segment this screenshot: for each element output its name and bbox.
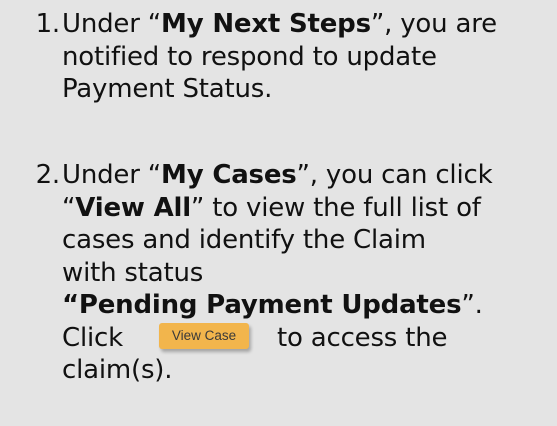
step-1-line-1-prefix: Under “ [62, 9, 162, 39]
step-2-line-5: “Pending Payment Updates”. [62, 289, 543, 322]
step-1-line-1-suffix: ”, you are [370, 9, 497, 39]
step-text: Under “My Next Steps”, you are notified … [62, 8, 543, 106]
instructions-panel: 1. Under “My Next Steps”, you are notifi… [0, 0, 557, 426]
view-all-label: View All [75, 192, 191, 223]
step-2-line-4: with status [62, 257, 204, 288]
step-1-line-2: notified to respond to update [62, 41, 437, 72]
step-number: 2. [35, 160, 61, 190]
step-number: 1. [35, 9, 61, 39]
my-next-steps-label: My Next Steps [161, 9, 371, 39]
step-2-line-3: cases and identify the Claim [62, 225, 426, 255]
step-2-line-2-suffix: ” to view the full list of [190, 192, 481, 223]
step-text: Under “My Cases”, you can click “View Al… [62, 159, 543, 387]
step-2-line-5-suffix: ”. [461, 290, 483, 320]
step-1-line-3: Payment Status. [62, 74, 273, 104]
access-claims-text: to access the [276, 322, 448, 353]
click-text: Click [62, 322, 123, 353]
step-2: 2. Under “My Cases”, you can click “View… [8, 159, 543, 387]
my-cases-label: My Cases [161, 160, 297, 190]
pending-payment-updates-status: “Pending Payment Updates [62, 290, 462, 320]
step-1: 1. Under “My Next Steps”, you are notifi… [8, 8, 543, 106]
step-2-line-1: Under “My Cases”, you can click [62, 159, 543, 192]
step-2-line-1-prefix: Under “ [62, 160, 162, 190]
step-2-line-6: Click View Case to access the [62, 322, 543, 355]
step-2-line-2: “View All” to view the full list of [62, 192, 543, 225]
step-1-line-1: Under “My Next Steps”, you are [62, 8, 543, 41]
step-2-line-1-suffix: ”, you can click [296, 160, 493, 190]
step-2-line-7: claim(s). [62, 355, 173, 385]
step-2-line-2-prefix: “ [62, 192, 76, 223]
view-case-button[interactable]: View Case [158, 322, 249, 349]
